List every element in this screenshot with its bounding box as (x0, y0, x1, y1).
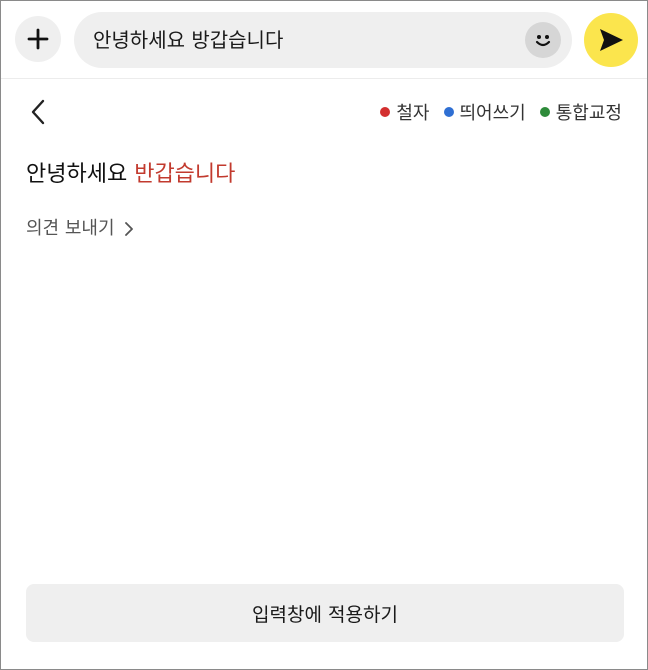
chevron-left-icon (29, 98, 47, 126)
legend-label-spacing: 띄어쓰기 (459, 103, 526, 124)
message-input[interactable]: 안녕하세요 방갑습니다 (74, 12, 572, 68)
legend-item-combined: 통합교정 (539, 99, 622, 125)
feedback-label: 의견 보내기 (26, 218, 115, 239)
legend-dot-spelling (380, 107, 391, 117)
apply-to-input-button[interactable]: 입력창에 적용하기 (26, 584, 624, 642)
smiley-icon (530, 27, 556, 53)
corrected-result: 안녕하세요 반갑습니다 (26, 160, 235, 190)
message-input-text[interactable]: 안녕하세요 방갑습니다 (93, 12, 283, 68)
input-bar: 안녕하세요 방갑습니다 (1, 1, 647, 79)
back-button[interactable] (23, 95, 53, 129)
result-normal-text: 안녕하세요 (26, 162, 135, 187)
chevron-right-icon (115, 221, 134, 237)
plus-button[interactable] (15, 16, 61, 62)
apply-button-label: 입력창에 적용하기 (252, 603, 398, 626)
send-feedback-link[interactable]: 의견 보내기 (26, 216, 134, 242)
emoji-button[interactable] (525, 22, 561, 58)
result-corrected-word[interactable]: 반갑습니다 (134, 162, 235, 187)
legend-dot-spacing (443, 107, 454, 117)
legend-label-spelling: 철자 (396, 103, 430, 124)
legend-dot-combined (539, 107, 550, 117)
legend-item-spacing: 띄어쓰기 (443, 99, 526, 125)
plus-icon (27, 28, 49, 50)
legend-item-spelling: 철자 (380, 99, 430, 125)
send-icon (597, 26, 625, 54)
legend-label-combined: 통합교정 (555, 103, 622, 124)
send-button[interactable] (584, 13, 638, 67)
legend: 철자 띄어쓰기 통합교정 (366, 100, 622, 124)
app-frame: 안녕하세요 방갑습니다 철자 띄어쓰기 통합교정 안녕하세요 반갑습니다 의견 … (0, 0, 648, 670)
